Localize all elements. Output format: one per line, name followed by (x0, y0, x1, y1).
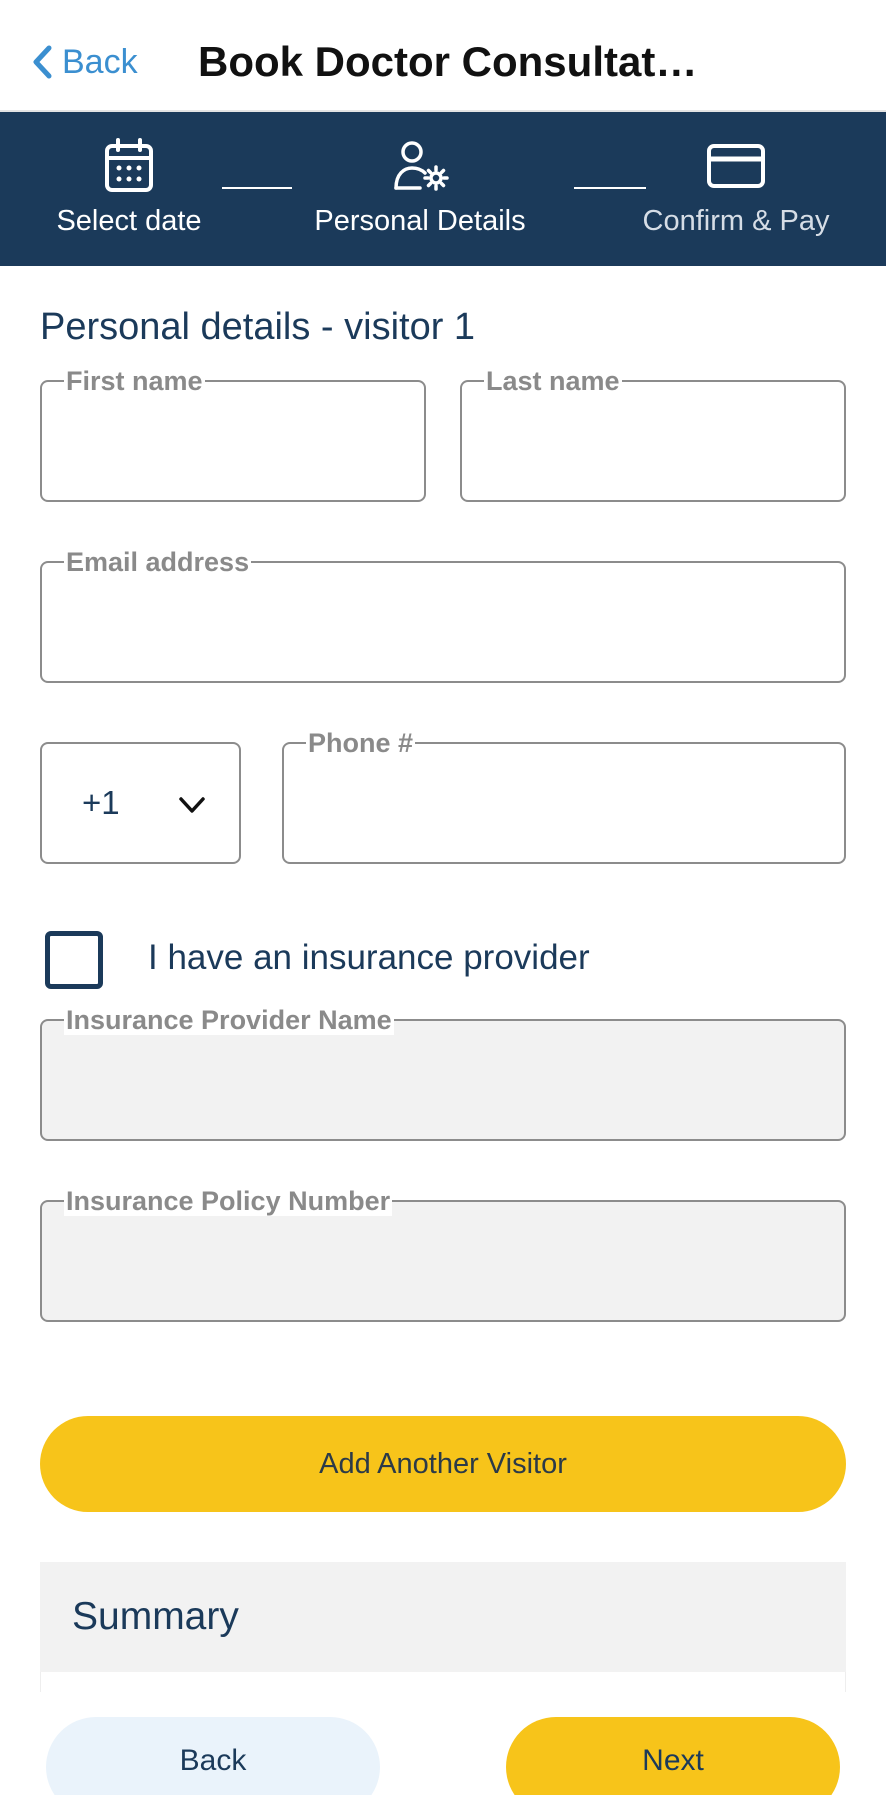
insurance-provider-input (62, 1057, 824, 1107)
step-label: Select date (56, 205, 202, 237)
insurance-policy-input (62, 1238, 824, 1288)
last-name-input[interactable] (482, 418, 824, 468)
page-title: Book Doctor Consultat… (198, 38, 698, 85)
step-confirm-pay[interactable]: Confirm & Pay (630, 112, 842, 266)
insurance-provider-field: Insurance Provider Name (40, 1005, 846, 1141)
country-code-value: +1 (82, 784, 120, 821)
field-label: Email address (64, 547, 252, 577)
first-name-input[interactable] (62, 418, 404, 468)
step-personal-details[interactable]: Personal Details (306, 112, 534, 266)
field-label: Insurance Provider Name (64, 1005, 394, 1035)
last-name-field[interactable]: Last name (460, 366, 846, 502)
header-back-label: Back (62, 42, 138, 81)
insurance-checkbox-label[interactable]: I have an insurance provider (148, 938, 590, 978)
summary-header[interactable]: Summary (40, 1562, 846, 1672)
calendar-icon (105, 138, 153, 192)
insurance-checkbox[interactable] (45, 931, 103, 989)
step-select-date[interactable]: Select date (40, 112, 218, 266)
user-settings-icon (394, 141, 449, 191)
section-title: Personal details - visitor 1 (40, 306, 476, 348)
field-label: Phone # (306, 728, 416, 758)
phone-input[interactable] (304, 780, 824, 830)
step-label: Personal Details (314, 205, 526, 237)
app-header: Back Book Doctor Consultat… (0, 0, 886, 112)
step-connector (222, 187, 292, 189)
credit-card-icon (707, 144, 765, 188)
booking-stepper: Select date Personal Details Confirm & P… (0, 112, 886, 266)
header-back-button[interactable]: Back (30, 40, 138, 84)
insurance-policy-field: Insurance Policy Number (40, 1186, 846, 1322)
summary-title: Summary (72, 1595, 239, 1638)
next-button[interactable]: Next (506, 1717, 840, 1795)
email-field[interactable]: Email address (40, 547, 846, 683)
summary-panel: Summary (40, 1562, 846, 1692)
step-label: Confirm & Pay (642, 205, 830, 237)
field-label: First name (64, 366, 205, 396)
email-input[interactable] (62, 599, 824, 649)
chevron-down-icon (179, 797, 205, 813)
field-label: Insurance Policy Number (64, 1186, 393, 1216)
back-button[interactable]: Back (46, 1717, 380, 1795)
country-code-select[interactable]: +1 (40, 742, 241, 864)
phone-field[interactable]: Phone # (282, 728, 846, 864)
first-name-field[interactable]: First name (40, 366, 426, 502)
chevron-left-icon (33, 45, 52, 79)
summary-body (40, 1672, 846, 1692)
add-visitor-button[interactable]: Add Another Visitor (40, 1416, 846, 1512)
field-label: Last name (484, 366, 622, 396)
